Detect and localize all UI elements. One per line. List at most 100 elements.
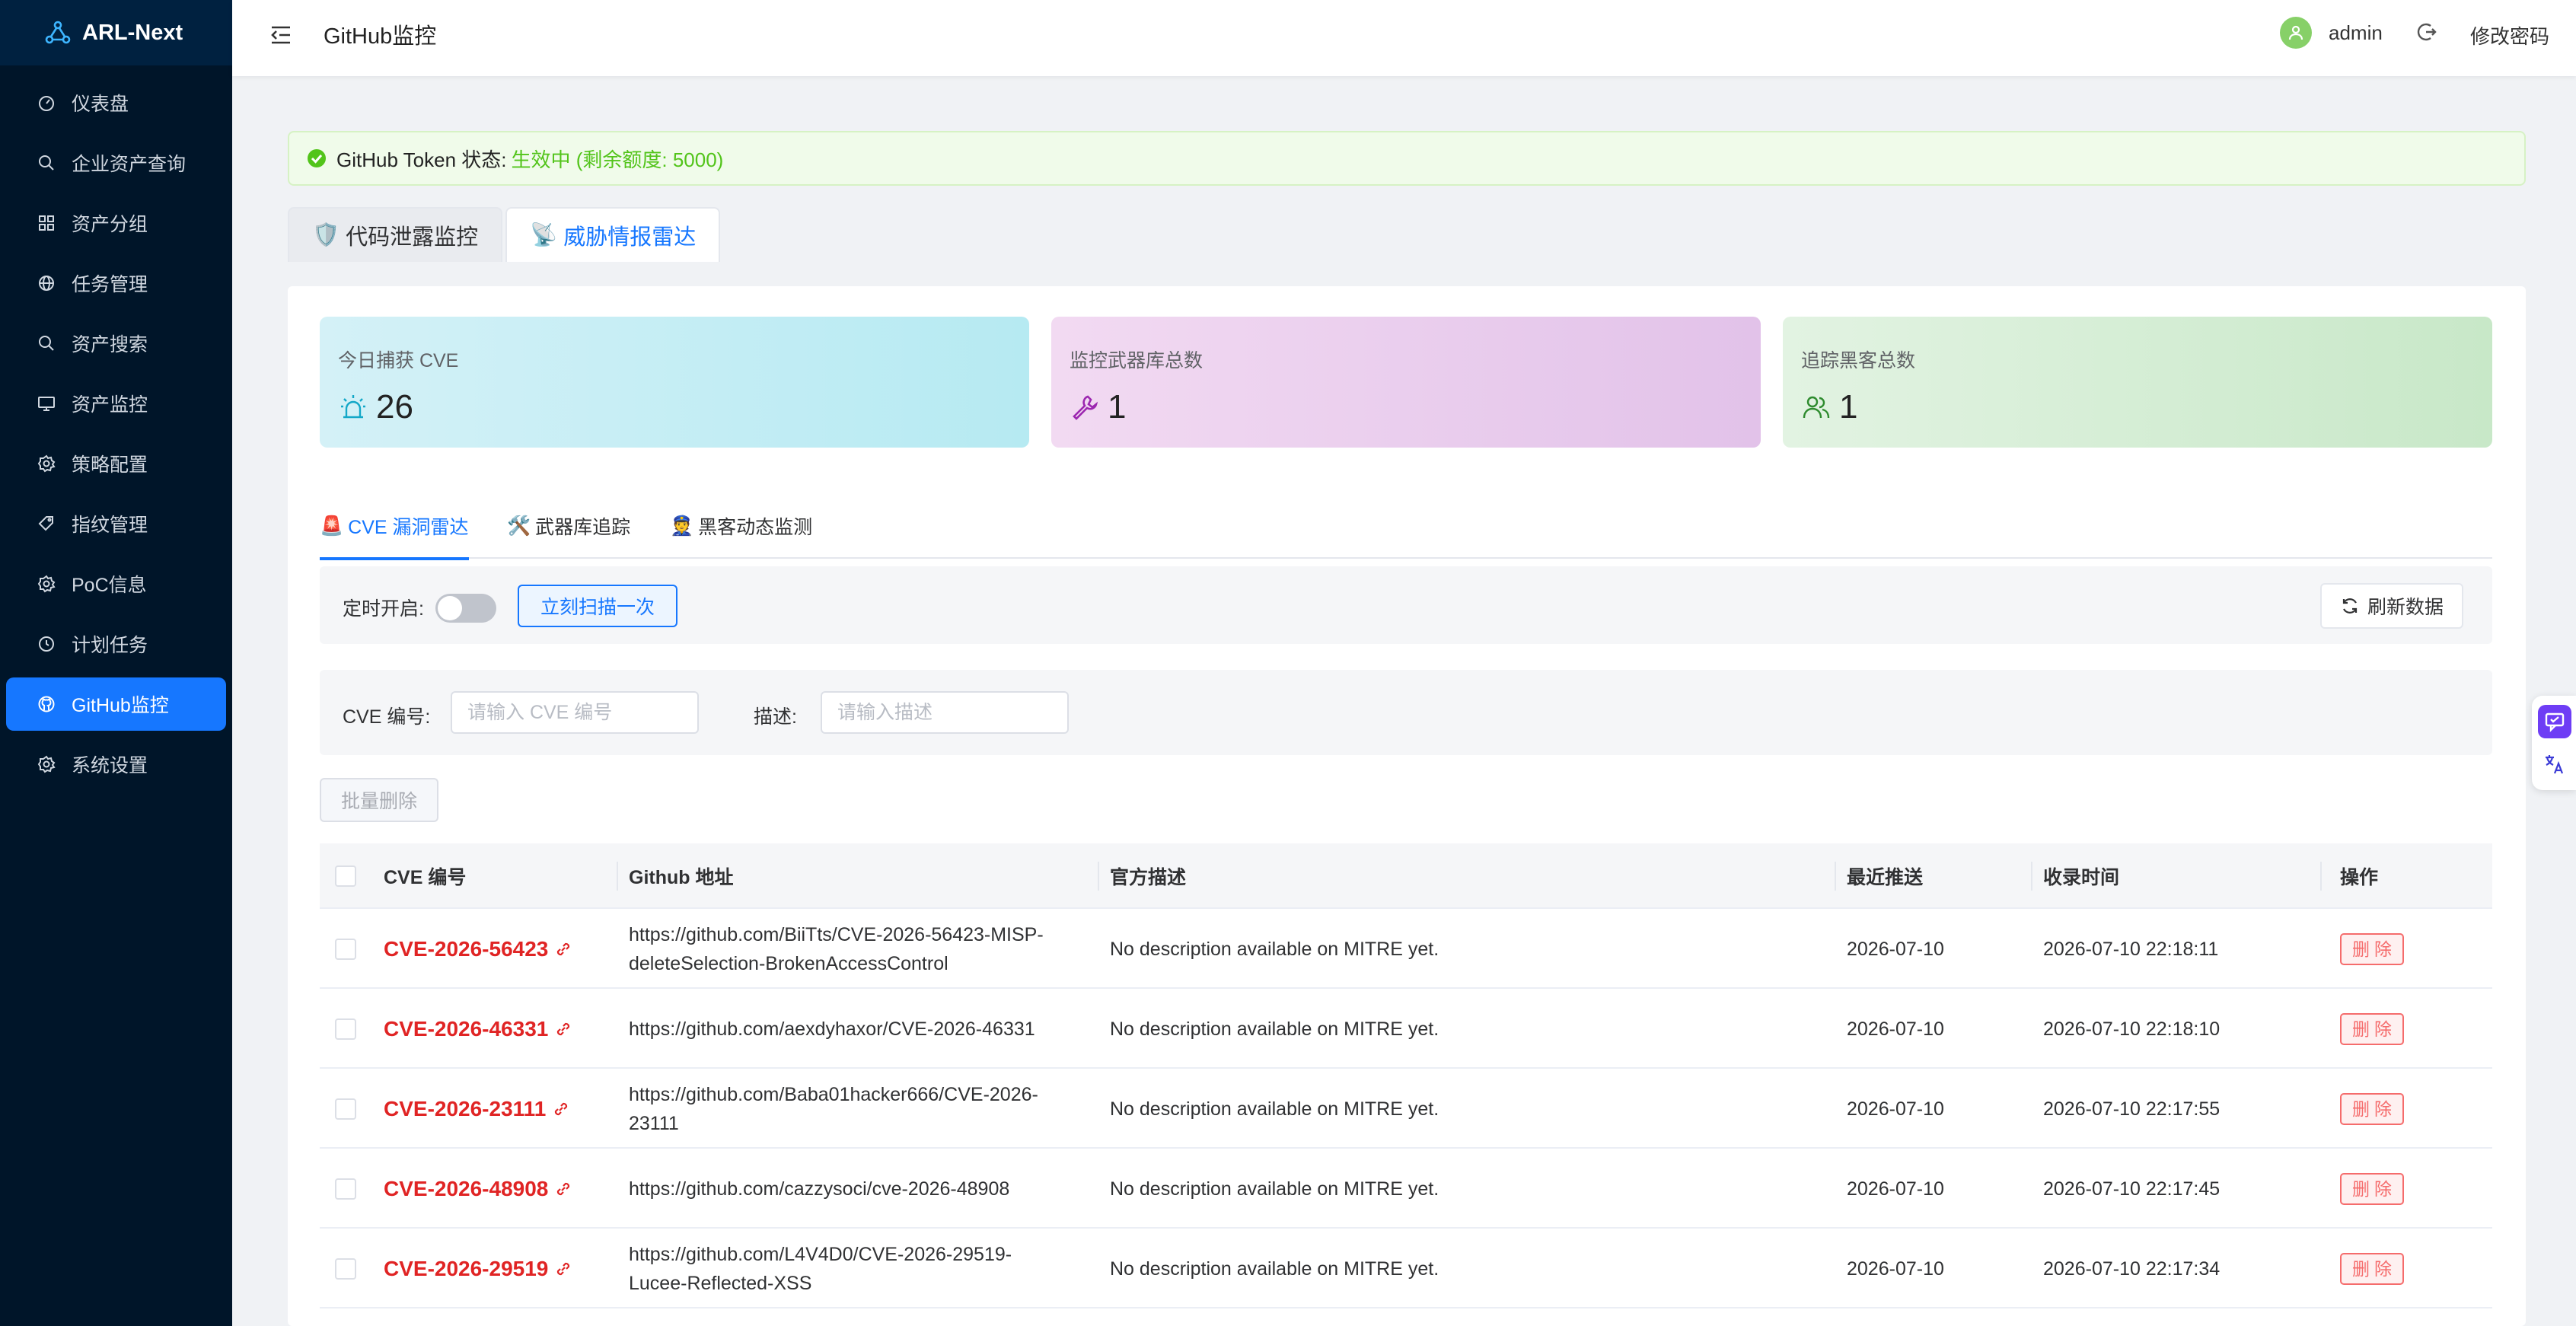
sidebar-item-asset-monitor[interactable]: 资产监控	[6, 377, 226, 430]
sidebar-item-asset-search[interactable]: 资产搜索	[6, 317, 226, 370]
select-all-cell[interactable]	[335, 843, 356, 909]
github-url-line[interactable]: 23111	[629, 1109, 679, 1138]
tab-cve-radar[interactable]: 🚨 CVE 漏洞雷达	[320, 493, 469, 560]
username[interactable]: admin	[2329, 21, 2383, 45]
schedule-toggle[interactable]	[435, 594, 496, 623]
collected-time-cell: 2026-07-10 22:18:11	[2043, 938, 2219, 960]
cve-link[interactable]: CVE-2026-23111	[384, 1095, 570, 1124]
cve-search-input[interactable]	[451, 691, 699, 734]
table-row: CVE-2026-29519 https://github.com/L4V4D0…	[320, 1229, 2492, 1308]
refresh-label: 刷新数据	[2367, 597, 2444, 618]
token-status-value: 生效中 (剩余额度: 5000)	[511, 148, 724, 171]
refresh-data-button[interactable]: 刷新数据	[2320, 583, 2464, 629]
col-actions: 操作	[2340, 867, 2379, 888]
sidebar-item-system-settings[interactable]: 系统设置	[6, 738, 226, 791]
tab-label: 代码泄露监控	[346, 225, 479, 250]
brand-title: ARL-Next	[82, 20, 183, 45]
cve-link[interactable]: CVE-2026-46331	[384, 1015, 572, 1044]
sidebar: ARL-Next 仪表盘 企业资产查询 资产分组 任务管理 资产搜索 资产监控	[0, 0, 232, 1326]
change-password-link[interactable]: 修改密码	[2470, 21, 2549, 49]
sidebar-item-enterprise-assets[interactable]: 企业资产查询	[6, 136, 226, 190]
stat-card-weapons: 监控武器库总数 1	[1051, 317, 1761, 448]
github-icon	[37, 694, 56, 714]
github-url-line[interactable]: https://github.com/cazzysoci/cve-2026-48…	[629, 1175, 1009, 1203]
table-header: CVE 编号 Github 地址 官方描述 最近推送 收录时间 操作	[320, 843, 2492, 909]
sidebar-item-github-monitor[interactable]: GitHub监控	[6, 677, 226, 731]
row-checkbox[interactable]	[335, 1018, 356, 1040]
tab-hacker-monitor[interactable]: 👮 黑客动态监测	[670, 493, 812, 559]
sidebar-item-policy[interactable]: 策略配置	[6, 437, 226, 490]
toolbar: 定时开启: 立刻扫描一次 刷新数据	[320, 566, 2492, 644]
siren-icon: 🚨	[320, 515, 344, 537]
sidebar-item-asset-groups[interactable]: 资产分组	[6, 196, 226, 250]
grid-icon	[37, 213, 56, 233]
scan-now-button[interactable]: 立刻扫描一次	[518, 585, 678, 627]
github-url-line[interactable]: https://github.com/BiiTts/CVE-2026-56423…	[629, 920, 1044, 949]
avatar[interactable]	[2280, 17, 2312, 49]
row-checkbox[interactable]	[335, 1178, 356, 1200]
chat-icon	[2545, 712, 2565, 732]
github-url-line[interactable]: https://github.com/aexdyhaxor/CVE-2026-4…	[629, 1015, 1035, 1044]
batch-delete-button[interactable]: 批量删除	[320, 778, 439, 822]
github-url-line[interactable]: https://github.com/Baba01hacker666/CVE-2…	[629, 1080, 1038, 1109]
sidebar-item-scheduled-tasks[interactable]: 计划任务	[6, 617, 226, 671]
github-url-line[interactable]: https://github.com/L4V4D0/CVE-2026-29519…	[629, 1240, 1012, 1269]
delete-button[interactable]: 删除	[2340, 1012, 2404, 1045]
search-icon	[37, 153, 56, 173]
alarm-icon	[341, 395, 365, 419]
logout-icon[interactable]	[2414, 20, 2438, 44]
row-checkbox[interactable]	[335, 1098, 356, 1120]
delete-button[interactable]: 删除	[2340, 1092, 2404, 1125]
monitor-icon	[37, 394, 56, 413]
cve-link[interactable]: CVE-2026-56423	[384, 935, 572, 964]
sidebar-item-label: 系统设置	[72, 755, 148, 776]
stat-value: 26	[376, 388, 413, 426]
sidebar-item-fingerprint[interactable]: 指纹管理	[6, 497, 226, 550]
desc-search-input[interactable]	[821, 691, 1069, 734]
feedback-button[interactable]	[2538, 705, 2571, 738]
sidebar-item-tasks[interactable]: 任务管理	[6, 257, 226, 310]
sidebar-item-dashboard[interactable]: 仪表盘	[6, 76, 226, 129]
delete-button[interactable]: 删除	[2340, 1252, 2404, 1285]
stat-value: 1	[1839, 388, 1858, 426]
link-icon	[557, 1182, 570, 1195]
github-url-line[interactable]: deleteSelection-BrokenAccessControl	[629, 949, 948, 978]
sidebar-item-label: 任务管理	[72, 274, 148, 295]
last-push-cell: 2026-07-10	[1847, 1178, 1944, 1200]
wrench-icon	[1073, 395, 1098, 420]
col-cve: CVE 编号	[384, 867, 467, 888]
dashboard-icon	[37, 93, 56, 113]
tab-threat-intel-radar[interactable]: 📡 威胁情报雷达	[505, 207, 721, 262]
top-tabs: 🛡️ 代码泄露监控 📡 威胁情报雷达	[288, 207, 723, 262]
refresh-icon	[2342, 598, 2358, 614]
cve-link[interactable]: CVE-2026-48908	[384, 1175, 572, 1203]
globe-icon	[37, 273, 56, 293]
translate-button[interactable]	[2538, 747, 2571, 781]
tab-weapon-tracking[interactable]: 🛠️ 武器库追踪	[507, 493, 630, 559]
cve-id: CVE-2026-29519	[384, 1256, 549, 1280]
tab-label: 黑客动态监测	[698, 517, 813, 538]
sidebar-item-poc[interactable]: PoC信息	[6, 557, 226, 610]
row-checkbox[interactable]	[335, 1257, 356, 1280]
cve-link[interactable]: CVE-2026-29519	[384, 1254, 572, 1283]
select-all-checkbox[interactable]	[335, 865, 356, 887]
page-title: GitHub监控	[324, 24, 437, 49]
menu-collapse-icon[interactable]	[267, 21, 295, 49]
clock-icon	[37, 634, 56, 654]
brand[interactable]: ARL-Next	[0, 0, 232, 65]
gear-icon	[37, 454, 56, 473]
cve-id: CVE-2026-46331	[384, 1016, 549, 1041]
check-circle-icon	[308, 149, 326, 167]
collected-time-cell: 2026-07-10 22:17:34	[2043, 1257, 2221, 1280]
github-url-line[interactable]: Lucee-Reflected-XSS	[629, 1269, 811, 1298]
delete-button[interactable]: 删除	[2340, 932, 2404, 965]
description-cell: No description available on MITRE yet.	[1110, 1257, 1439, 1280]
tab-code-leak-monitor[interactable]: 🛡️ 代码泄露监控	[288, 207, 503, 262]
delete-button[interactable]: 删除	[2340, 1172, 2404, 1205]
sidebar-item-label: 资产分组	[72, 214, 148, 235]
tab-label: CVE 漏洞雷达	[348, 517, 469, 538]
row-checkbox[interactable]	[335, 938, 356, 960]
sidebar-item-label: PoC信息	[72, 575, 147, 596]
collected-time-cell: 2026-07-10 22:18:10	[2043, 1018, 2221, 1040]
link-icon	[557, 1262, 570, 1275]
